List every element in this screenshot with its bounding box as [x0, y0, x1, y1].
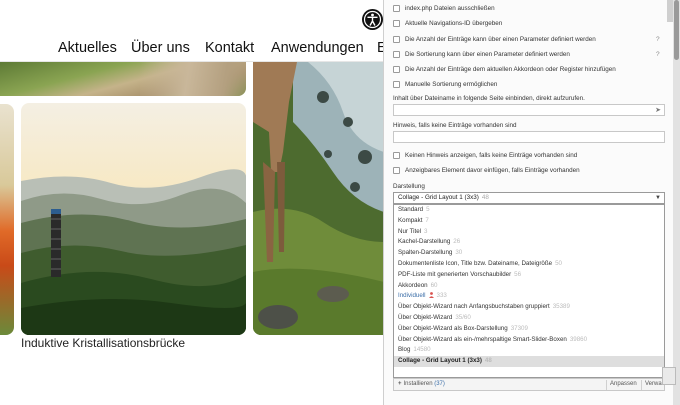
checkbox-label: Die Anzahl der Einträge kann über einen …	[405, 35, 596, 43]
empty-hint-label: Hinweis, falls keine Einträge vorhanden …	[393, 122, 517, 129]
select-value: Collage - Grid Layout 1 (3x3)	[398, 194, 479, 201]
option-item[interactable]: Spalten-Darstellung 30	[394, 248, 664, 259]
include-file-input[interactable]: ➤	[393, 104, 665, 116]
option-item[interactable]: Über Objekt-Wizard als Box-Darstellung 37…	[394, 324, 664, 335]
option-add-count-accordion[interactable]: Die Anzahl der Einträge dem aktuellen Ak…	[393, 63, 616, 75]
scrollbar-thumb[interactable]	[674, 0, 679, 60]
help-icon[interactable]: ?	[656, 36, 660, 43]
checkbox-label: Keinen Hinweis anzeigen, falls keine Ein…	[405, 151, 578, 159]
dropdown-footer: + Installieren (37) Anpassen Verwalten	[393, 378, 671, 391]
option-item[interactable]: Kachel-Darstellung 26	[394, 237, 664, 248]
select-count: 48	[481, 194, 489, 201]
tower-photo[interactable]	[21, 103, 246, 335]
option-item[interactable]: Über Objekt-Wizard als ein-/mehrspaltige…	[394, 335, 664, 346]
display-select[interactable]: Collage - Grid Layout 1 (3x3) 48 ▼	[393, 192, 665, 204]
checkbox-label: Anzeigbares Element davor einfügen, fall…	[405, 166, 580, 174]
checkbox[interactable]	[393, 151, 400, 159]
scrollbar[interactable]	[673, 0, 680, 405]
option-no-hint[interactable]: Keinen Hinweis anzeigen, falls keine Ein…	[393, 149, 577, 161]
option-insert-before[interactable]: Anzeigbares Element davor einfügen, fall…	[393, 164, 580, 176]
option-item[interactable]: Dokumentenliste Icon, Title bzw. Dateina…	[394, 259, 664, 270]
help-icon[interactable]: ?	[656, 51, 660, 58]
option-count-param[interactable]: Die Anzahl der Einträge kann über einen …	[393, 33, 596, 45]
accessibility-icon[interactable]	[362, 9, 383, 30]
option-item[interactable]: Über Objekt-Wizard 35/60	[394, 313, 664, 324]
option-manual-sort[interactable]: Manuelle Sortierung ermöglichen	[393, 78, 497, 90]
nav-item-kontakt[interactable]: Kontakt	[205, 40, 254, 56]
option-item[interactable]: Akkordeon 60	[394, 281, 664, 292]
checkbox-label: index.php Dateien ausschließen	[405, 4, 495, 12]
plus-icon: +	[398, 381, 402, 387]
checkbox[interactable]	[393, 50, 400, 58]
caret-down-icon: ▼	[655, 195, 661, 201]
side-button[interactable]	[662, 367, 676, 385]
photo-caption: Induktive Kristallisationsbrücke	[21, 336, 186, 350]
checkbox[interactable]	[393, 65, 400, 73]
nav-item-aktuelles[interactable]: Aktuelles	[58, 40, 117, 56]
include-file-label: Inhalt über Dateiname in folgende Seite …	[393, 95, 585, 102]
settings-form: index.php Dateien ausschließen Aktuelle …	[383, 0, 673, 405]
checkbox-label: Die Anzahl der Einträge dem aktuellen Ak…	[405, 65, 616, 73]
nav-item-ueber-uns[interactable]: Über uns	[131, 40, 190, 56]
option-item[interactable]: Blog 14580	[394, 345, 664, 356]
checkbox-label: Die Sortierung kann über einen Parameter…	[405, 50, 570, 58]
apply-button[interactable]: Anpassen	[606, 380, 640, 390]
checkbox[interactable]	[393, 4, 400, 12]
option-item[interactable]: PDF-Liste mit generierten Vorschaubilder…	[394, 270, 664, 281]
settings-panel: index.php Dateien ausschließen Aktuelle …	[383, 0, 680, 405]
option-sort-param[interactable]: Die Sortierung kann über einen Parameter…	[393, 48, 570, 60]
checkbox[interactable]	[393, 35, 400, 43]
checkbox-label: Aktuelle Navigations-ID übergeben	[405, 19, 503, 27]
display-options-list: Standard 5 Kompakt 7 Nur Titel 3 Kachel-Dar…	[393, 204, 665, 378]
paper-plane-icon[interactable]: ➤	[655, 106, 661, 114]
checkbox[interactable]	[393, 166, 400, 174]
option-item[interactable]: Kompakt 7	[394, 216, 664, 227]
nav-item-anwendungen[interactable]: Anwendungen	[271, 40, 364, 56]
checkbox[interactable]	[393, 80, 400, 88]
vineyard-photo[interactable]	[0, 62, 246, 96]
empty-hint-input[interactable]	[393, 131, 665, 143]
checkbox-label: Manuelle Sortierung ermöglichen	[405, 80, 498, 88]
option-item[interactable]: Nur Titel 3	[394, 227, 664, 238]
option-item-individual[interactable]: Individuell 333	[394, 291, 664, 302]
deer-photo[interactable]	[253, 62, 384, 335]
checkbox[interactable]	[393, 19, 400, 27]
option-pass-nav-id[interactable]: Aktuelle Navigations-ID übergeben	[393, 17, 502, 29]
user-icon	[428, 292, 434, 299]
option-exclude-index[interactable]: index.php Dateien ausschließen	[393, 2, 495, 14]
display-label: Darstellung	[393, 183, 425, 190]
option-item[interactable]: Über Objekt-Wizard nach Anfangsbuchstabe…	[394, 302, 664, 313]
option-item-selected[interactable]: Collage - Grid Layout 1 (3x3) 48	[394, 356, 664, 367]
option-item[interactable]: Standard 5	[394, 205, 664, 216]
flower-photo[interactable]	[0, 104, 14, 335]
install-button[interactable]: + Installieren (37)	[398, 381, 445, 387]
